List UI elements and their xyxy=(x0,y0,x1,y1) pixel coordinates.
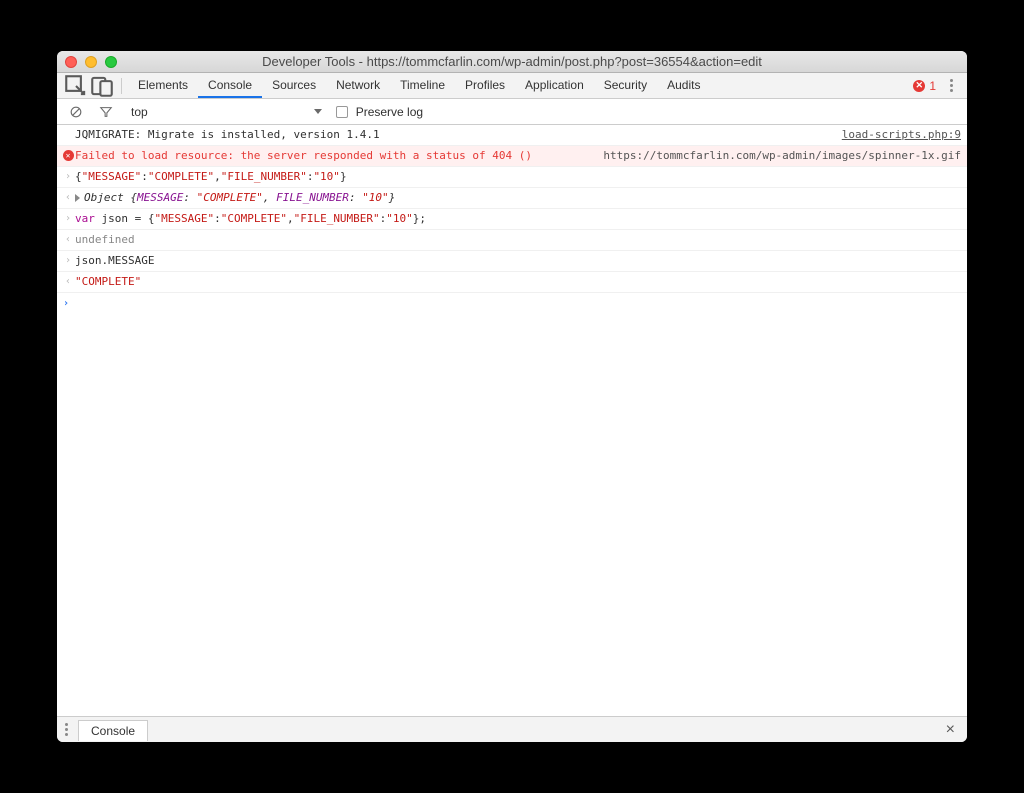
titlebar: Developer Tools - https://tommcfarlin.co… xyxy=(57,51,967,73)
error-count-number: 1 xyxy=(929,79,936,93)
more-menu-icon[interactable] xyxy=(942,79,961,92)
error-icon: ✕ xyxy=(913,80,925,92)
console-filterbar: top Preserve log xyxy=(57,99,967,125)
tab-application[interactable]: Application xyxy=(515,73,594,98)
output-chevron-icon: ‹ xyxy=(65,232,71,248)
close-drawer-icon[interactable]: × xyxy=(940,721,961,739)
devtools-window: Developer Tools - https://tommcfarlin.co… xyxy=(57,51,967,742)
drawer-tab-console[interactable]: Console xyxy=(78,720,148,741)
minimize-window-button[interactable] xyxy=(85,56,97,68)
tab-elements[interactable]: Elements xyxy=(128,73,198,98)
device-mode-icon[interactable] xyxy=(89,73,115,99)
tab-audits[interactable]: Audits xyxy=(657,73,710,98)
tab-profiles[interactable]: Profiles xyxy=(455,73,515,98)
main-toolbar: ElementsConsoleSourcesNetworkTimelinePro… xyxy=(57,73,967,99)
divider xyxy=(121,78,122,94)
close-window-button[interactable] xyxy=(65,56,77,68)
inspect-element-icon[interactable] xyxy=(63,73,89,99)
traffic-lights xyxy=(65,56,117,68)
preserve-log-checkbox[interactable] xyxy=(336,106,348,118)
input-chevron-icon: › xyxy=(65,169,71,185)
drawer: Console × xyxy=(57,716,967,742)
filter-icon[interactable] xyxy=(93,99,119,125)
panel-tabs: ElementsConsoleSourcesNetworkTimelinePro… xyxy=(128,73,710,98)
source-link[interactable]: https://tommcfarlin.com/wp-admin/images/… xyxy=(583,148,961,164)
expand-icon[interactable] xyxy=(75,194,80,202)
tab-timeline[interactable]: Timeline xyxy=(390,73,455,98)
tab-console[interactable]: Console xyxy=(198,73,262,98)
input-chevron-icon: › xyxy=(65,211,71,227)
drawer-menu-icon[interactable] xyxy=(63,723,78,736)
console-row: ›{"MESSAGE":"COMPLETE","FILE_NUMBER":"10… xyxy=(57,167,967,188)
error-icon: ✕ xyxy=(63,150,74,161)
tab-network[interactable]: Network xyxy=(326,73,390,98)
console-row: ›json.MESSAGE xyxy=(57,251,967,272)
console-output[interactable]: JQMIGRATE: Migrate is installed, version… xyxy=(57,125,967,716)
tab-security[interactable]: Security xyxy=(594,73,657,98)
output-chevron-icon: ‹ xyxy=(65,190,71,206)
clear-console-icon[interactable] xyxy=(63,99,89,125)
source-link[interactable]: load-scripts.php:9 xyxy=(822,127,961,143)
execution-context-selector[interactable]: top xyxy=(131,105,322,119)
console-row: JQMIGRATE: Migrate is installed, version… xyxy=(57,125,967,146)
context-label: top xyxy=(131,105,148,119)
window-title: Developer Tools - https://tommcfarlin.co… xyxy=(65,54,959,69)
console-row: ›var json = {"MESSAGE":"COMPLETE","FILE_… xyxy=(57,209,967,230)
tab-sources[interactable]: Sources xyxy=(262,73,326,98)
console-row: ‹undefined xyxy=(57,230,967,251)
preserve-log-label: Preserve log xyxy=(356,105,423,119)
console-row: ✕Failed to load resource: the server res… xyxy=(57,146,967,167)
zoom-window-button[interactable] xyxy=(105,56,117,68)
output-chevron-icon: ‹ xyxy=(65,274,71,290)
console-row: ‹"COMPLETE" xyxy=(57,272,967,293)
chevron-down-icon xyxy=(314,109,322,114)
input-chevron-icon: › xyxy=(65,253,71,269)
console-prompt[interactable]: › xyxy=(57,293,967,312)
error-count-badge[interactable]: ✕ 1 xyxy=(907,79,942,93)
prompt-chevron-icon: › xyxy=(63,298,69,309)
console-row: ‹Object {MESSAGE: "COMPLETE", FILE_NUMBE… xyxy=(57,188,967,209)
